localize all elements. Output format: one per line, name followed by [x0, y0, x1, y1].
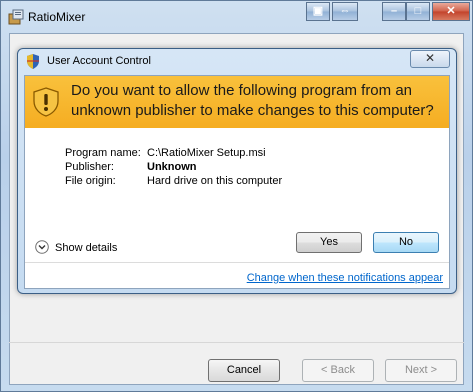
installer-next-button[interactable]: Next > — [385, 359, 457, 382]
minimize-button[interactable]: – — [382, 2, 406, 21]
chevron-down-icon — [35, 240, 49, 254]
uac-titlebar: User Account Control ✕ — [18, 49, 456, 73]
uac-content: Do you want to allow the following progr… — [24, 75, 450, 289]
file-origin-value: Hard drive on this computer — [147, 175, 283, 187]
uac-title: User Account Control — [47, 55, 151, 67]
publisher-value: Unknown — [147, 161, 197, 173]
window-close-button[interactable]: ✕ — [432, 2, 470, 21]
program-name-label: Program name: — [65, 147, 141, 159]
installer-cancel-button[interactable]: Cancel — [208, 359, 280, 382]
uac-separator — [25, 262, 449, 263]
maximize-button[interactable]: □ — [406, 2, 430, 21]
uac-close-button[interactable]: ✕ — [410, 50, 450, 68]
warning-shield-icon — [33, 87, 59, 117]
publisher-label: Publisher: — [65, 161, 114, 173]
change-notifications-link[interactable]: Change when these notifications appear — [247, 272, 443, 284]
uac-warning-banner: Do you want to allow the following progr… — [25, 76, 449, 128]
file-origin-label: File origin: — [65, 175, 116, 187]
installer-titlebar: RatioMixer ▣ ⇔ – □ ✕ — [1, 1, 472, 33]
uac-dialog: User Account Control ✕ Do you want to al… — [17, 48, 457, 294]
installer-title: RatioMixer — [28, 10, 86, 24]
uac-question: Do you want to allow the following progr… — [71, 82, 434, 119]
no-button[interactable]: No — [373, 232, 439, 253]
restore-icon[interactable]: ▣ — [306, 2, 330, 21]
uac-shield-icon — [27, 54, 39, 69]
installer-app-icon — [8, 9, 24, 25]
installer-footer-divider — [9, 342, 464, 343]
show-details-label: Show details — [55, 242, 118, 254]
resize-arrows-icon[interactable]: ⇔ — [332, 2, 358, 21]
program-name-value: C:\RatioMixer Setup.msi — [147, 147, 266, 159]
yes-button[interactable]: Yes — [296, 232, 362, 253]
installer-back-button[interactable]: < Back — [302, 359, 374, 382]
